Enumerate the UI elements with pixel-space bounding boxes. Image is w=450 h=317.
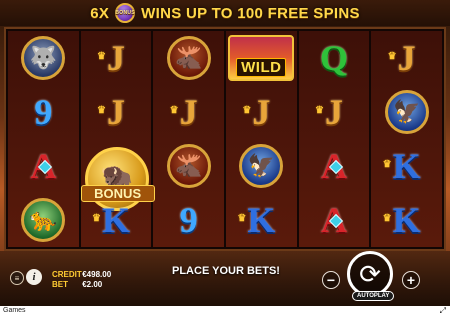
reel-cell: 🐺: [8, 31, 79, 85]
card-symbol-k: K ♛: [382, 146, 421, 186]
card-symbol-j: J ♛: [242, 92, 271, 132]
card-symbol-j: J ♛: [387, 38, 416, 78]
bet-label: BET: [52, 280, 68, 289]
crown-icon: ♛: [237, 213, 247, 224]
control-bar: ≡ i CREDIT €498.00 BET €2.00 PLACE YOUR …: [0, 251, 450, 306]
card-symbol-a: A: [321, 202, 347, 238]
reel-cell: 🦬 BONUS: [80, 139, 155, 211]
banner-coin-label: BONUS: [115, 10, 135, 16]
reel-cell: A: [299, 193, 370, 247]
gem-icon: [328, 213, 344, 229]
reel-cell: 9: [153, 193, 224, 247]
gem-icon: [38, 159, 53, 175]
browser-status-bar: Games ⤢: [0, 306, 450, 317]
bonus-coin-icon: BONUS: [115, 3, 136, 23]
reel-cell: 🦅: [371, 85, 442, 139]
puma-icon: 🐆: [21, 198, 66, 242]
reel-cell: Q: [299, 31, 370, 85]
crown-icon: ♛: [382, 213, 392, 224]
reel-cell: 9: [8, 85, 79, 139]
reel-cell: A: [299, 139, 370, 193]
reel-cell: J ♛: [371, 31, 442, 85]
card-symbol-j: J ♛: [314, 92, 343, 132]
card-symbol-k: K ♛: [237, 200, 276, 240]
increase-bet-button[interactable]: +: [402, 271, 420, 289]
crown-icon: ♛: [382, 159, 392, 170]
decrease-bet-button[interactable]: −: [322, 271, 340, 289]
crown-icon: ♛: [169, 105, 179, 116]
fullscreen-icon[interactable]: ⤢: [440, 306, 446, 316]
status-message: PLACE YOUR BETS!: [172, 265, 280, 277]
card-symbol-j: J ♛: [169, 92, 198, 132]
reel-2: J ♛ J ♛ 🦬 BONUS K ♛: [80, 31, 155, 247]
reel-cell: 🦅: [226, 139, 297, 193]
card-symbol-k: K ♛: [382, 200, 421, 240]
crown-icon: ♛: [96, 51, 106, 62]
crown-icon: ♛: [314, 105, 324, 116]
reel-1: 🐺 9 A 🐆: [8, 31, 79, 247]
moose-icon: 🫎: [166, 144, 211, 188]
info-glyph: i: [32, 271, 36, 283]
reel-6: J ♛ 🦅 K ♛ K ♛: [371, 31, 442, 247]
reel-cell: J ♛: [81, 85, 152, 139]
reel-cell: K ♛: [371, 139, 442, 193]
wolf-icon: 🐺: [21, 36, 66, 80]
reel-cell: WILD: [226, 31, 297, 85]
card-symbol-j: J ♛: [96, 92, 125, 132]
wild-symbol: WILD: [228, 35, 295, 81]
bet-value: €2.00: [82, 280, 103, 289]
reel-grid: 🐺9A🐆J♛J♛🦬BONUSK♛🫎J♛🫎9WILDJ♛🦅K♛QJ♛AAJ♛🦅K♛…: [4, 27, 446, 251]
autoplay-button[interactable]: AUTOPLAY: [352, 291, 395, 301]
reel-cell: J ♛: [226, 85, 297, 139]
promo-banner: 6X BONUS WINS UP TO 100 FREE SPINS: [0, 0, 450, 26]
info-icon[interactable]: i: [26, 269, 42, 285]
reel-cell: J ♛: [299, 85, 370, 139]
reel-cell: K ♛: [371, 193, 442, 247]
card-symbol-9: 9: [34, 92, 53, 132]
crown-icon: ♛: [387, 51, 397, 62]
banner-text: WINS UP TO 100 FREE SPINS: [141, 4, 360, 22]
games-label[interactable]: Games: [3, 307, 26, 314]
eagle-icon: 🦅: [239, 144, 284, 188]
crown-icon: ♛: [96, 105, 106, 116]
bet-display: BET €2.00: [52, 280, 102, 289]
credit-display: CREDIT €498.00: [52, 270, 111, 279]
crown-icon: ♛: [242, 105, 252, 116]
reel-cell: J ♛: [81, 31, 152, 85]
card-symbol-k: K ♛: [91, 200, 130, 240]
menu-icon[interactable]: ≡: [10, 271, 24, 285]
reel-cell: J ♛: [153, 85, 224, 139]
reel-cell: K ♛: [81, 193, 152, 247]
card-symbol-a: A: [321, 148, 347, 184]
reel-4: WILD J ♛ 🦅 K ♛: [225, 31, 297, 247]
gem-icon: [328, 159, 344, 175]
reel-cell: A: [8, 139, 79, 193]
crown-icon: ♛: [91, 213, 101, 224]
card-symbol-9: 9: [179, 200, 198, 240]
reel-cell: 🫎: [153, 31, 224, 85]
wild-label: WILD: [236, 58, 287, 77]
credit-label: CREDIT: [52, 270, 82, 279]
reel-cell: K ♛: [226, 193, 297, 247]
reel-cell: 🫎: [153, 139, 224, 193]
plus-icon: +: [406, 272, 416, 288]
card-symbol-a: A: [30, 148, 56, 184]
eagle-icon: 🦅: [384, 90, 429, 134]
reel-3: 🫎 J ♛ 🫎 9: [153, 31, 224, 247]
minus-icon: −: [326, 272, 336, 288]
credit-value: €498.00: [82, 270, 112, 279]
reel-5: Q J♛ AA: [298, 31, 370, 247]
reel-cell: 🐆: [8, 193, 79, 247]
card-symbol-j: J ♛: [96, 38, 125, 78]
moose-icon: 🫎: [166, 36, 211, 80]
spin-icon: ⟳: [359, 258, 381, 289]
menu-glyph: ≡: [14, 273, 20, 283]
banner-multiplier: 6X: [90, 4, 110, 22]
card-symbol-q: Q: [319, 38, 348, 78]
slot-game: 6X BONUS WINS UP TO 100 FREE SPINS 🐺 9 A 🐆 J…: [0, 0, 450, 306]
